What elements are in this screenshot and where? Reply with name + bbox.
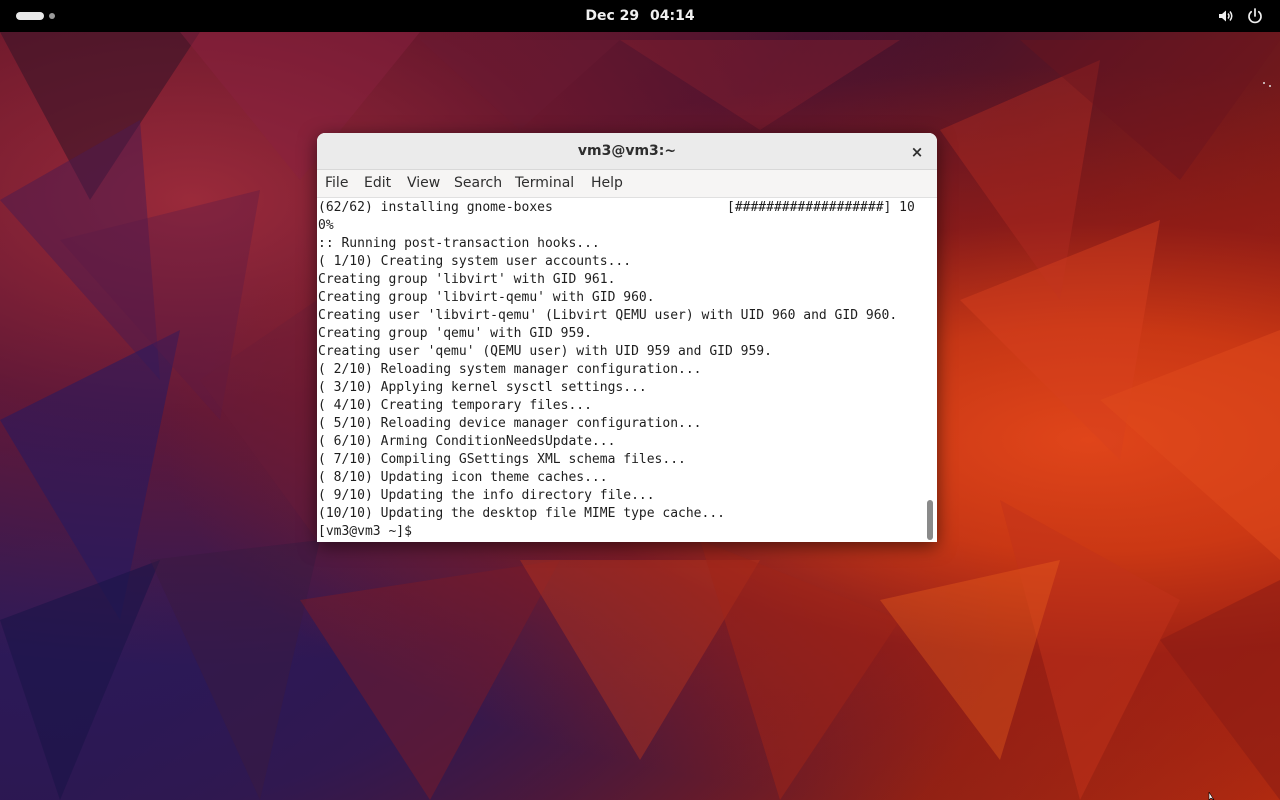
menu-file[interactable]: File	[325, 170, 348, 197]
menu-terminal[interactable]: Terminal	[515, 170, 574, 197]
terminal-line: ( 6/10) Arming ConditionNeedsUpdate...	[318, 434, 616, 449]
activities-button[interactable]	[12, 9, 72, 23]
clock-time: 04:14	[650, 8, 695, 24]
sparkle-icon	[1263, 82, 1271, 87]
terminal-line: ( 1/10) Creating system user accounts...	[318, 254, 632, 269]
menu-help[interactable]: Help	[591, 170, 623, 197]
top-bar: Dec 29 04:14	[0, 0, 1280, 32]
window-titlebar[interactable]: vm3@vm3:~ ×	[317, 133, 937, 170]
terminal-line: Creating user 'qemu' (QEMU user) with UI…	[318, 344, 772, 359]
terminal-line: ( 4/10) Creating temporary files...	[318, 398, 592, 413]
menu-search[interactable]: Search	[454, 170, 502, 197]
menu-bar: File Edit View Search Terminal Help	[317, 170, 937, 198]
terminal-line: ( 2/10) Reloading system manager configu…	[318, 362, 702, 377]
scrollbar-thumb[interactable]	[927, 500, 933, 540]
terminal-line: 0%	[318, 218, 334, 233]
workspace-indicator-active	[16, 12, 44, 20]
menu-view[interactable]: View	[407, 170, 440, 197]
terminal-line: ( 8/10) Updating icon theme caches...	[318, 470, 608, 485]
terminal-line: ( 5/10) Reloading device manager configu…	[318, 416, 702, 431]
terminal-line: Creating group 'libvirt' with GID 961.	[318, 272, 616, 287]
close-button[interactable]: ×	[907, 142, 927, 162]
workspace-indicator	[49, 13, 55, 19]
terminal-line: Creating group 'qemu' with GID 959.	[318, 326, 592, 341]
terminal-prompt[interactable]: [vm3@vm3 ~]$	[318, 523, 412, 541]
window-title: vm3@vm3:~	[577, 143, 677, 159]
scrollbar[interactable]	[922, 198, 937, 542]
menu-edit[interactable]: Edit	[364, 170, 391, 197]
terminal-line: ( 3/10) Applying kernel sysctl settings.…	[318, 380, 647, 395]
clock-date: Dec 29	[585, 8, 640, 24]
terminal-output[interactable]: (62/62) installing gnome-boxes [########…	[317, 198, 922, 542]
terminal-line: Creating group 'libvirt-qemu' with GID 9…	[318, 290, 655, 305]
terminal-window[interactable]: vm3@vm3:~ × File Edit View Search Termin…	[317, 133, 937, 542]
desktop: Dec 29 04:14 vm3@vm3:~ × File Edit View …	[0, 0, 1280, 800]
terminal-line: (10/10) Updating the desktop file MIME t…	[318, 506, 725, 521]
terminal-line: :: Running post-transaction hooks...	[318, 236, 600, 251]
power-icon[interactable]	[1246, 7, 1264, 25]
mouse-cursor-icon	[1208, 792, 1215, 800]
terminal-line: Creating user 'libvirt-qemu' (Libvirt QE…	[318, 308, 898, 323]
terminal-line: (62/62) installing gnome-boxes	[318, 200, 553, 215]
volume-icon[interactable]	[1217, 7, 1235, 25]
clock[interactable]: Dec 29 04:14	[540, 0, 740, 32]
terminal-line: ( 9/10) Updating the info directory file…	[318, 488, 655, 503]
terminal-line: ( 7/10) Compiling GSettings XML schema f…	[318, 452, 686, 467]
install-progress-text: [###################] 10	[727, 200, 915, 215]
